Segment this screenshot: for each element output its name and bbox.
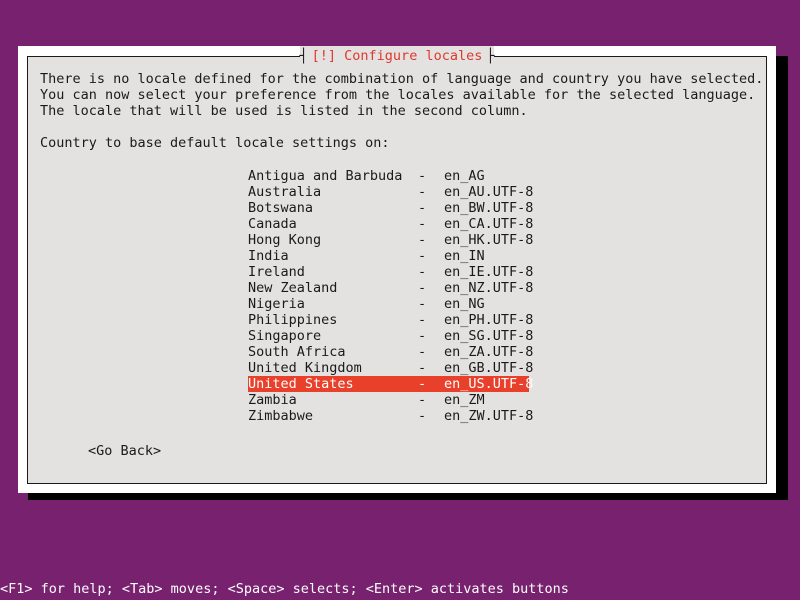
list-item-separator: - [418, 296, 444, 312]
description-paragraph: There is no locale defined for the combi… [40, 71, 754, 119]
list-item[interactable]: Australia - en_AU.UTF-8 [248, 184, 529, 200]
list-item-country: Philippines [248, 312, 418, 328]
list-item-country: Antigua and Barbuda [248, 168, 418, 184]
configure-locales-dialog: ┤ [!] Configure locales ├ There is no lo… [18, 46, 776, 493]
list-item-locale: en_IE.UTF-8 [444, 264, 533, 280]
list-item-locale: en_US.UTF-8 [444, 376, 533, 392]
list-item-selected[interactable]: United States - en_US.UTF-8 [248, 376, 529, 392]
list-item[interactable]: Hong Kong - en_HK.UTF-8 [248, 232, 529, 248]
list-item-locale: en_ZA.UTF-8 [444, 344, 533, 360]
list-item-locale: en_NG [444, 296, 529, 312]
list-item-separator: - [418, 184, 444, 200]
list-item-separator: - [418, 264, 444, 280]
list-item[interactable]: Antigua and Barbuda - en_AG [248, 168, 529, 184]
list-item[interactable]: India - en_IN [248, 248, 529, 264]
list-item-locale: en_CA.UTF-8 [444, 216, 533, 232]
status-bar-help-text: <F1> for help; <Tab> moves; <Space> sele… [0, 581, 569, 597]
list-item-separator: - [418, 200, 444, 216]
list-item[interactable]: Philippines - en_PH.UTF-8 [248, 312, 529, 328]
list-item-separator: - [418, 312, 444, 328]
list-item-locale: en_ZW.UTF-8 [444, 408, 533, 424]
list-item-locale: en_BW.UTF-8 [444, 200, 533, 216]
list-item-separator: - [418, 216, 444, 232]
list-item-separator: - [418, 280, 444, 296]
list-item-locale: en_NZ.UTF-8 [444, 280, 533, 296]
list-item-country: Ireland [248, 264, 418, 280]
list-item-country: Singapore [248, 328, 418, 344]
prompt-label: Country to base default locale settings … [40, 135, 754, 151]
list-item-country: Canada [248, 216, 418, 232]
list-item[interactable]: New Zealand - en_NZ.UTF-8 [248, 280, 529, 296]
list-item-separator: - [418, 376, 444, 392]
list-item[interactable]: Nigeria - en_NG [248, 296, 529, 312]
description-line: There is no locale defined for the combi… [40, 71, 754, 87]
list-item-locale: en_PH.UTF-8 [444, 312, 533, 328]
description-line: You can now select your preference from … [40, 87, 754, 103]
description-line: The locale that will be used is listed i… [40, 103, 754, 119]
list-item-separator: - [418, 344, 444, 360]
go-back-button[interactable]: <Go Back> [88, 443, 161, 459]
list-item-country: New Zealand [248, 280, 418, 296]
list-item-separator: - [418, 248, 444, 264]
list-item-separator: - [418, 232, 444, 248]
list-item-separator: - [418, 392, 444, 408]
list-item[interactable]: South Africa - en_ZA.UTF-8 [248, 344, 529, 360]
list-item[interactable]: Botswana - en_BW.UTF-8 [248, 200, 529, 216]
list-item-separator: - [418, 408, 444, 424]
list-item-country: Zimbabwe [248, 408, 418, 424]
list-item-separator: - [418, 168, 444, 184]
list-item-locale: en_ZM [444, 392, 529, 408]
list-item-locale: en_GB.UTF-8 [444, 360, 533, 376]
list-item-country: Zambia [248, 392, 418, 408]
list-item-country: United States [248, 376, 418, 392]
list-item-locale: en_IN [444, 248, 529, 264]
list-item[interactable]: Singapore - en_SG.UTF-8 [248, 328, 529, 344]
list-item-country: India [248, 248, 418, 264]
list-item-country: United Kingdom [248, 360, 418, 376]
list-item[interactable]: Zambia - en_ZM [248, 392, 529, 408]
list-item[interactable]: Ireland - en_IE.UTF-8 [248, 264, 529, 280]
list-item-locale: en_AU.UTF-8 [444, 184, 533, 200]
dialog-inner-frame: ┤ [!] Configure locales ├ There is no lo… [27, 56, 767, 484]
locale-list[interactable]: Antigua and Barbuda - en_AG Australia - … [248, 168, 754, 424]
list-item-country: Nigeria [248, 296, 418, 312]
list-item-locale: en_HK.UTF-8 [444, 232, 533, 248]
list-item-country: South Africa [248, 344, 418, 360]
status-bar: <F1> for help; <Tab> moves; <Space> sele… [0, 578, 800, 600]
list-item-separator: - [418, 360, 444, 376]
list-item-country: Hong Kong [248, 232, 418, 248]
list-item[interactable]: United Kingdom - en_GB.UTF-8 [248, 360, 529, 376]
list-item[interactable]: Zimbabwe - en_ZW.UTF-8 [248, 408, 529, 424]
list-item-locale: en_AG [444, 168, 529, 184]
list-item-country: Australia [248, 184, 418, 200]
list-item-country: Botswana [248, 200, 418, 216]
list-item-locale: en_SG.UTF-8 [444, 328, 533, 344]
dialog-body: There is no locale defined for the combi… [28, 57, 766, 483]
list-item-separator: - [418, 328, 444, 344]
list-item[interactable]: Canada - en_CA.UTF-8 [248, 216, 529, 232]
